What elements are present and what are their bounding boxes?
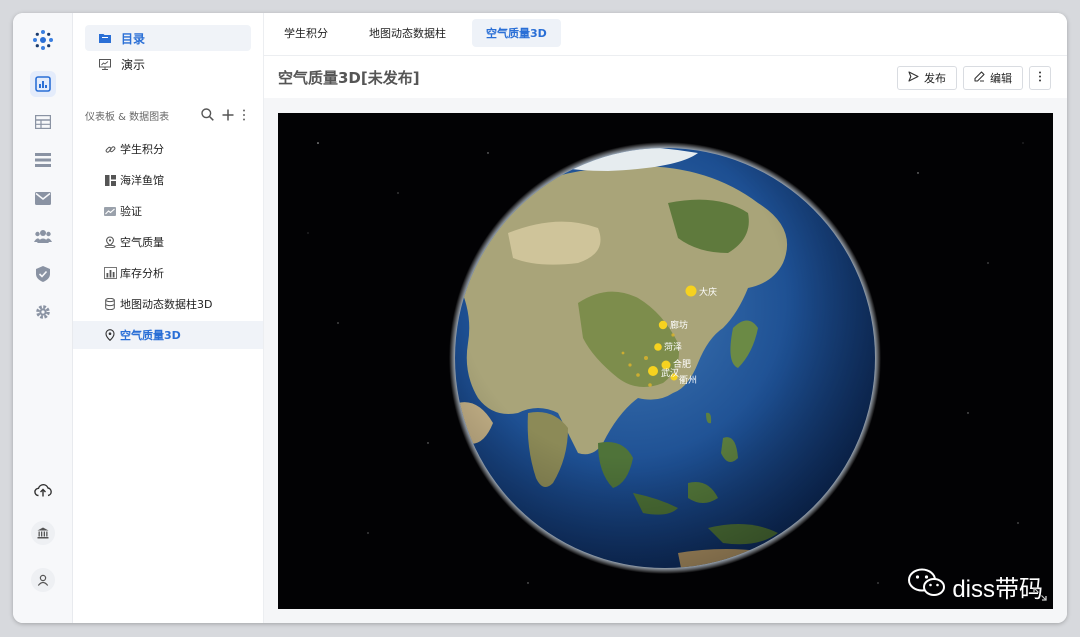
location-icon bbox=[103, 329, 117, 341]
dashboard-icon bbox=[103, 174, 117, 186]
marker-wuhan[interactable] bbox=[648, 366, 658, 376]
watermark-text: diss带码 bbox=[952, 576, 1043, 603]
tree-item-air-quality[interactable]: 空气质量 bbox=[73, 228, 263, 256]
map-pin-icon bbox=[103, 236, 117, 248]
folder-icon bbox=[99, 33, 113, 43]
section-title: 仪表板 & 数据图表 bbox=[85, 112, 170, 123]
nav-catalog[interactable]: 目录 bbox=[85, 25, 251, 51]
tree-item-student-score[interactable]: 学生积分 bbox=[73, 135, 263, 163]
bar-chart-icon bbox=[103, 267, 117, 279]
tab-student-score[interactable]: 学生积分 bbox=[270, 19, 342, 47]
section-toolbar bbox=[201, 106, 246, 125]
list-nav-icon[interactable] bbox=[30, 147, 56, 173]
icon-rail bbox=[13, 13, 73, 623]
main-area: 学生积分 地图动态数据柱 空气质量3D 空气质量3D[未发布] 发布 编辑 大庆… bbox=[264, 13, 1067, 623]
globe-canvas[interactable]: 大庆 廊坊 菏泽 合肥 武汉 衢州 diss带码 bbox=[278, 113, 1053, 609]
publish-button[interactable]: 发布 bbox=[897, 66, 957, 90]
bank-icon[interactable] bbox=[31, 521, 55, 545]
marker-heze[interactable] bbox=[654, 343, 662, 351]
tree-item-air-quality-3d[interactable]: 空气质量3D bbox=[73, 321, 263, 349]
database-icon bbox=[103, 298, 117, 310]
edit-label: 编辑 bbox=[990, 72, 1012, 85]
tab-map-dynamic-bar[interactable]: 地图动态数据柱 bbox=[355, 19, 460, 47]
tab-bar: 学生积分 地图动态数据柱 空气质量3D bbox=[264, 13, 1067, 56]
add-icon[interactable] bbox=[222, 106, 234, 125]
pencil-icon bbox=[974, 71, 985, 85]
tree-item-label: 空气质量3D bbox=[120, 329, 181, 342]
edit-button[interactable]: 编辑 bbox=[963, 66, 1023, 90]
tree-item-inventory-analysis[interactable]: 库存分析 bbox=[73, 259, 263, 287]
tree-item-map-bar-3d[interactable]: 地图动态数据柱3D bbox=[73, 290, 263, 318]
fullscreen-icon[interactable] bbox=[1033, 586, 1047, 605]
nav-presentation[interactable]: 演示 bbox=[85, 51, 251, 77]
globe-view[interactable]: 大庆 廊坊 菏泽 合肥 武汉 衢州 bbox=[278, 113, 1053, 609]
mail-nav-icon[interactable] bbox=[30, 185, 56, 211]
tree-item-label: 学生积分 bbox=[120, 143, 164, 156]
search-icon[interactable] bbox=[201, 106, 214, 125]
more-vertical-icon bbox=[1038, 71, 1042, 85]
tree-item-label: 验证 bbox=[120, 205, 142, 218]
marker-langfang[interactable] bbox=[658, 320, 668, 330]
table-nav-icon[interactable] bbox=[30, 109, 56, 135]
send-icon bbox=[908, 71, 919, 85]
tree-item-ocean-aquarium[interactable]: 海洋鱼馆 bbox=[73, 166, 263, 194]
tree-item-label: 地图动态数据柱3D bbox=[120, 298, 213, 311]
wechat-icon bbox=[908, 568, 946, 605]
tree-item-verify[interactable]: 验证 bbox=[73, 197, 263, 225]
image-icon bbox=[103, 206, 117, 216]
users-nav-icon[interactable] bbox=[30, 223, 56, 249]
nav-presentation-label: 演示 bbox=[121, 57, 146, 72]
tree-item-label: 海洋鱼馆 bbox=[120, 174, 164, 187]
page-title: 空气质量3D[未发布] bbox=[278, 69, 420, 87]
title-bar: 空气质量3D[未发布] 发布 编辑 bbox=[264, 56, 1067, 98]
gear-nav-icon[interactable] bbox=[30, 299, 56, 325]
more-options-button[interactable] bbox=[1029, 66, 1051, 90]
app-logo-icon[interactable] bbox=[30, 27, 56, 53]
chart-nav-icon[interactable] bbox=[30, 71, 56, 97]
shield-nav-icon[interactable] bbox=[30, 261, 56, 287]
presentation-icon bbox=[99, 58, 113, 70]
marker-daqing[interactable] bbox=[685, 285, 697, 297]
nav-catalog-label: 目录 bbox=[121, 31, 146, 46]
publish-label: 发布 bbox=[924, 72, 946, 85]
cloud-upload-icon[interactable] bbox=[30, 477, 56, 503]
label-heze: 菏泽 bbox=[664, 342, 682, 353]
tab-air-quality-3d[interactable]: 空气质量3D bbox=[472, 19, 561, 47]
side-panel: 目录 演示 仪表板 & 数据图表 学生积分 海洋鱼馆 验证 空气质量 库存分析 … bbox=[73, 13, 264, 623]
app-window: 目录 演示 仪表板 & 数据图表 学生积分 海洋鱼馆 验证 空气质量 库存分析 … bbox=[13, 13, 1067, 623]
label-quzhou: 衢州 bbox=[679, 374, 697, 386]
globe-shading bbox=[455, 148, 875, 568]
watermark: diss带码 bbox=[908, 568, 1043, 605]
tree-item-label: 库存分析 bbox=[120, 267, 164, 280]
label-wuhan: 武汉 bbox=[661, 367, 679, 379]
user-avatar-icon[interactable] bbox=[31, 568, 55, 592]
label-daqing: 大庆 bbox=[699, 286, 717, 298]
tree-item-label: 空气质量 bbox=[120, 236, 164, 249]
link-icon bbox=[103, 144, 117, 155]
more-vertical-icon[interactable] bbox=[242, 106, 246, 125]
label-langfang: 廊坊 bbox=[670, 319, 688, 331]
